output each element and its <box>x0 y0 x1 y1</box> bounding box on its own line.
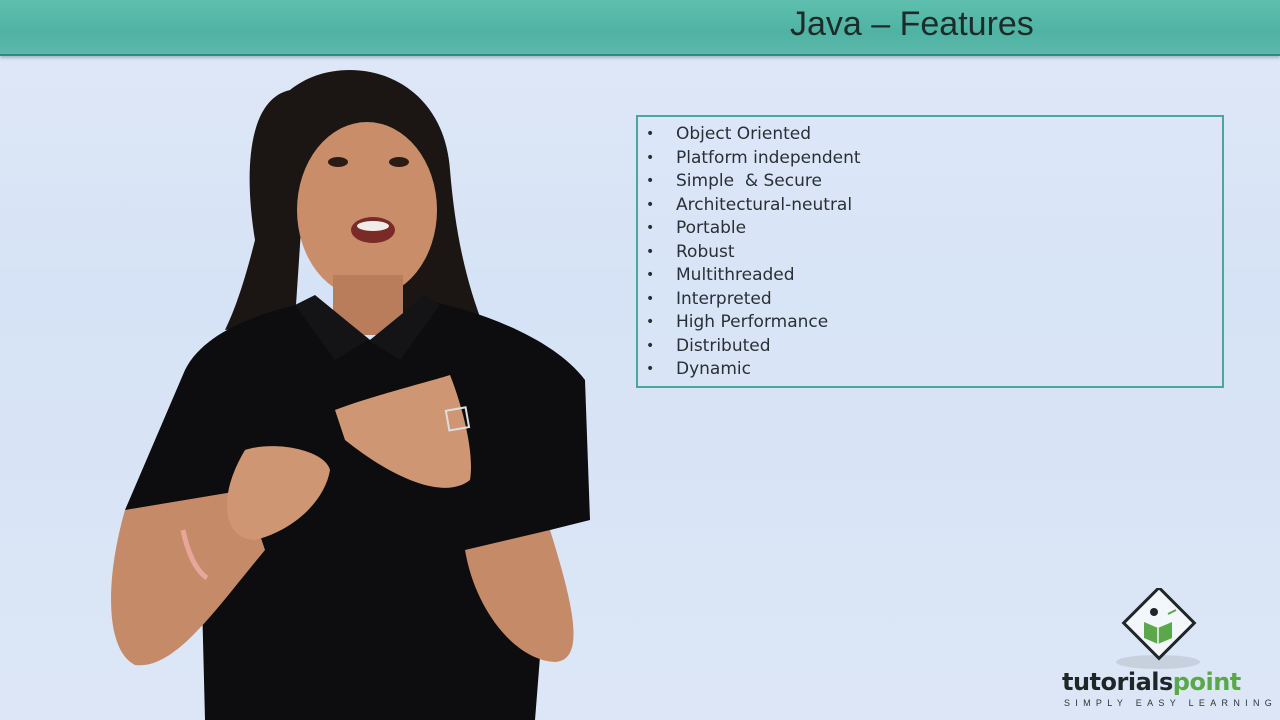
feature-item: • Architectural-neutral <box>638 194 1222 218</box>
feature-item: • Simple & Secure <box>638 170 1222 194</box>
bullet-icon: • <box>646 126 655 142</box>
feature-item: • Distributed <box>638 335 1222 359</box>
bullet-icon: • <box>646 314 655 330</box>
logo-diamond-icon <box>1121 588 1197 661</box>
bullet-icon: • <box>646 220 655 236</box>
bullet-icon: • <box>646 290 655 307</box>
slide-title: Java – Features <box>790 5 1034 43</box>
feature-item: • Dynamic <box>638 358 1222 382</box>
features-list: • Object Oriented • Platform independent •… <box>638 117 1222 382</box>
bullet-icon: • <box>646 267 655 283</box>
feature-item: • Robust <box>638 241 1222 265</box>
feature-item: • Multithreaded <box>638 264 1222 288</box>
bullet-icon: • <box>646 361 655 377</box>
feature-item: • Interpreted <box>638 288 1222 312</box>
bullet-icon: • <box>646 173 655 189</box>
slide-header-bar: Java – Features <box>0 0 1280 56</box>
bullet-icon: • <box>646 243 655 260</box>
feature-item: • High Performance <box>638 311 1222 335</box>
bullet-icon: • <box>646 337 655 354</box>
presenter-face <box>297 122 437 298</box>
presenter-video-figure <box>111 70 590 720</box>
logo-wordmark: tutorialspoint <box>1062 668 1241 696</box>
feature-item: • Portable <box>638 217 1222 241</box>
feature-item: • Object Oriented <box>638 123 1222 147</box>
bullet-icon: • <box>646 196 655 213</box>
bullet-icon: • <box>646 149 655 166</box>
feature-item: • Platform independent <box>638 147 1222 171</box>
features-box: • Object Oriented • Platform independent •… <box>636 115 1224 388</box>
logo-tagline: SIMPLY EASY LEARNING <box>1064 698 1278 708</box>
